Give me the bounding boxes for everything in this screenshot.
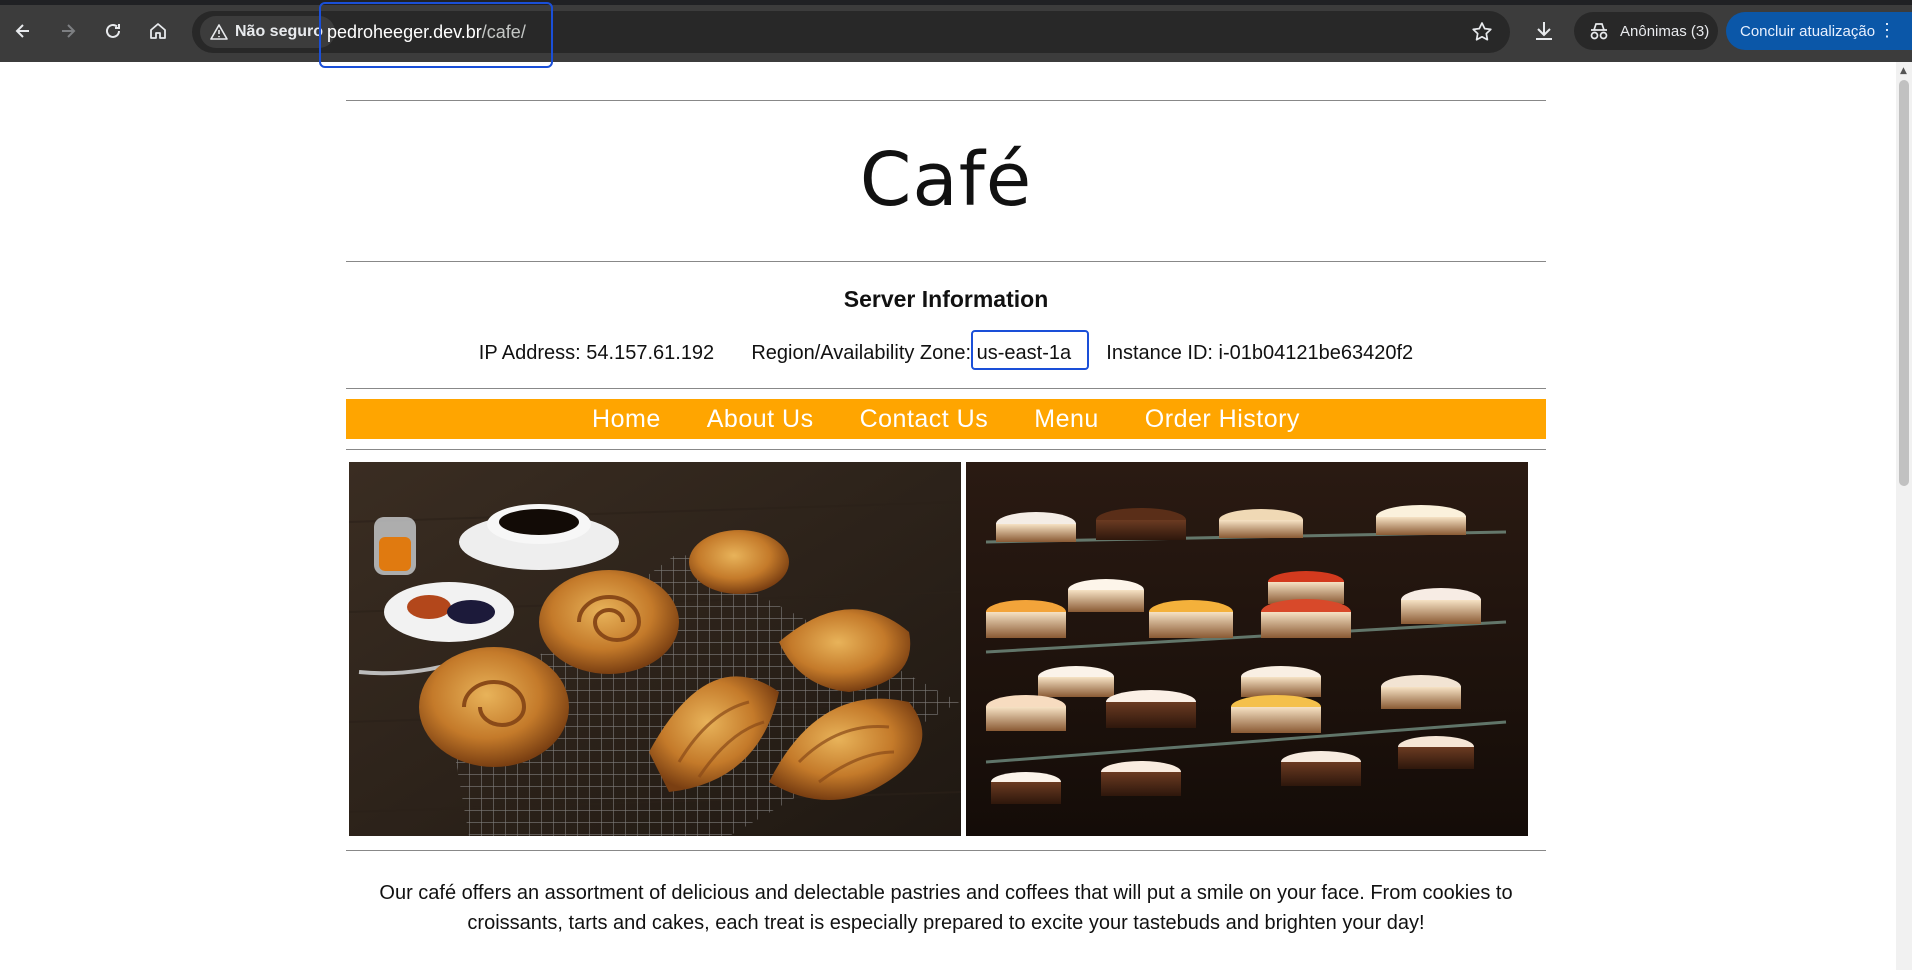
- incognito-icon: [1590, 23, 1608, 40]
- instance-label: Instance ID:: [1106, 342, 1213, 364]
- forward-button[interactable]: [53, 16, 83, 46]
- nav-contact-us[interactable]: Contact Us: [860, 405, 989, 434]
- forward-arrow-icon: [62, 24, 76, 38]
- browser-tab-strip: [0, 0, 1912, 5]
- divider: [346, 850, 1546, 851]
- address-bar[interactable]: Não seguro pedroheeger.dev.br/cafe/: [192, 11, 1510, 53]
- nav-menu[interactable]: Menu: [1034, 405, 1099, 434]
- star-icon[interactable]: [1470, 20, 1494, 44]
- url-text[interactable]: pedroheeger.dev.br/cafe/: [327, 22, 526, 43]
- browser-toolbar: Não seguro pedroheeger.dev.br/cafe/ Anôn…: [0, 0, 1912, 62]
- divider: [346, 261, 1546, 262]
- security-label: Não seguro: [235, 23, 324, 40]
- region-value: us-east-1a: [976, 342, 1072, 364]
- back-button[interactable]: [8, 16, 38, 46]
- nav-order-history[interactable]: Order History: [1145, 405, 1300, 434]
- divider: [346, 449, 1546, 450]
- divider: [346, 100, 1546, 101]
- main-nav: Home About Us Contact Us Menu Order Hist…: [346, 399, 1546, 439]
- security-indicator[interactable]: Não seguro: [200, 16, 336, 48]
- reload-button[interactable]: [98, 16, 128, 46]
- more-vert-icon[interactable]: ⋮: [1878, 20, 1896, 41]
- scroll-thumb[interactable]: [1899, 80, 1909, 486]
- divider: [346, 388, 1546, 389]
- cake-display-photo: [966, 462, 1528, 836]
- scroll-up-icon[interactable]: ▲: [1900, 66, 1907, 76]
- cafe-description: Our café offers an assortment of delicio…: [379, 882, 1513, 934]
- warning-icon: [210, 24, 228, 40]
- back-arrow-icon: [15, 24, 29, 38]
- update-button[interactable]: Concluir atualização ⋮: [1726, 12, 1912, 50]
- download-icon[interactable]: [1530, 17, 1558, 45]
- home-icon: [150, 23, 166, 39]
- nav-home[interactable]: Home: [592, 405, 661, 434]
- page-scrollbar[interactable]: ▲: [1896, 62, 1912, 970]
- ip-value: 54.157.61.192: [586, 342, 715, 364]
- reload-icon: [106, 23, 120, 38]
- instance-value: i-01b04121be63420f2: [1218, 342, 1414, 364]
- home-button[interactable]: [143, 16, 173, 46]
- pastries-photo: [349, 462, 961, 836]
- nav-about-us[interactable]: About Us: [707, 405, 814, 434]
- ip-label: IP Address:: [478, 342, 581, 364]
- url-path: /cafe/: [481, 22, 526, 42]
- region-value-wrap: us-east-1a: [970, 330, 1089, 370]
- site-title: Café: [859, 137, 1033, 223]
- region-label: Region/Availability Zone:: [751, 342, 972, 364]
- incognito-label: Anônimas (3): [1620, 22, 1710, 40]
- incognito-button[interactable]: Anônimas (3): [1574, 12, 1718, 50]
- server-info-line: IP Address: 54.157.61.192 Region/Availab…: [346, 330, 1546, 370]
- update-label: Concluir atualização: [1740, 22, 1876, 40]
- server-info-heading: Server Information: [843, 286, 1049, 312]
- url-host: pedroheeger.dev.br: [327, 22, 482, 42]
